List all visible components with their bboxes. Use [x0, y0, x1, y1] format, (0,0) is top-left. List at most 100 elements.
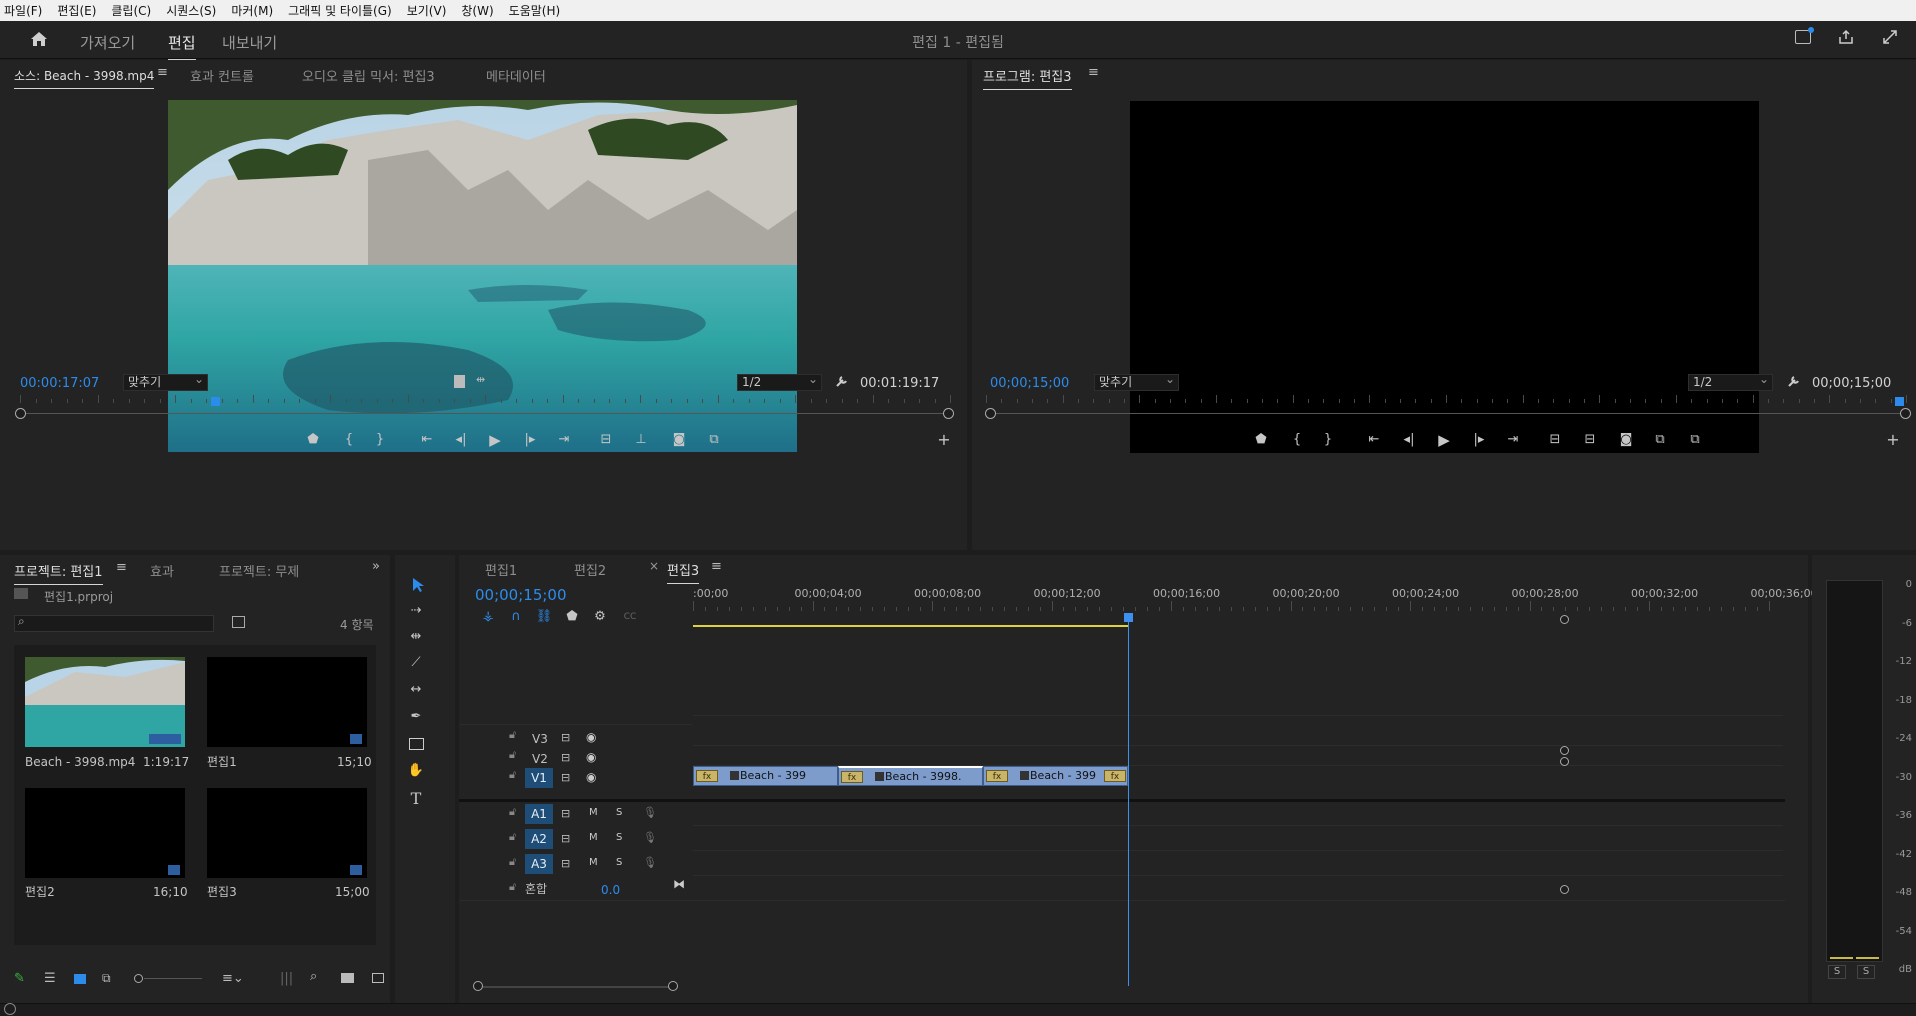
- play-icon[interactable]: ▶: [486, 432, 504, 448]
- meter-solo-left[interactable]: S: [1828, 965, 1846, 979]
- overwrite-icon[interactable]: ⊥: [632, 432, 650, 448]
- meter-solo-right[interactable]: S: [1857, 965, 1875, 979]
- program-resolution-dropdown[interactable]: 1/2: [1688, 372, 1773, 391]
- program-ruler[interactable]: [986, 395, 1907, 405]
- work-area-bar[interactable]: [693, 625, 1128, 627]
- mix-end-icon[interactable]: ⧓: [673, 877, 685, 891]
- sync-lock-icon[interactable]: ⊟: [561, 857, 570, 870]
- timeline-settings-icon[interactable]: ⚙: [591, 609, 609, 625]
- sort-icon[interactable]: ≡⌄: [222, 971, 244, 986]
- mark-out-icon[interactable]: }: [1319, 432, 1337, 448]
- menu-file[interactable]: 파일(F): [4, 2, 42, 19]
- pen-tool-icon[interactable]: ✒: [407, 709, 425, 725]
- button-editor-icon[interactable]: +: [935, 432, 953, 448]
- menu-marker[interactable]: 마커(M): [231, 2, 273, 19]
- h-scroll-bar[interactable]: [483, 986, 673, 988]
- lock-icon[interactable]: 🔓︎: [509, 748, 516, 762]
- new-bin-icon[interactable]: [341, 973, 354, 983]
- timeline-playhead[interactable]: [1124, 613, 1133, 622]
- panel-menu-icon[interactable]: ≡: [116, 560, 127, 575]
- lock-icon[interactable]: 🔓︎: [509, 728, 516, 742]
- mark-in-icon[interactable]: {: [340, 432, 358, 448]
- list-view-icon[interactable]: ☰: [44, 971, 56, 986]
- add-marker-icon[interactable]: ⬟: [563, 609, 581, 625]
- timeline-timecode[interactable]: 00;00;15;00: [475, 586, 567, 604]
- linked-selection-icon[interactable]: ⛓: [535, 609, 553, 625]
- mark-in-icon[interactable]: {: [1288, 432, 1306, 448]
- eye-icon[interactable]: ◉: [586, 750, 596, 764]
- find-icon[interactable]: ⌕: [310, 969, 317, 984]
- share-icon[interactable]: [1838, 29, 1854, 45]
- more-panels-icon[interactable]: »: [372, 559, 380, 574]
- source-fit-dropdown[interactable]: 맞추기: [123, 372, 208, 391]
- timeline-clip[interactable]: fx Beach - 399: [693, 766, 838, 786]
- timeline-clip[interactable]: fx Beach - 3998.: [838, 766, 983, 786]
- program-zoom-handle-left[interactable]: [985, 408, 996, 419]
- step-forward-icon[interactable]: |▸: [521, 432, 539, 448]
- new-search-bin-icon[interactable]: [232, 616, 245, 628]
- lock-icon[interactable]: 🔓︎: [509, 830, 516, 844]
- panel-menu-icon[interactable]: ≡: [711, 559, 722, 574]
- tab-effects[interactable]: 효과: [150, 561, 174, 580]
- tab-sequence-2[interactable]: 편집2: [574, 560, 606, 579]
- track-target-a1[interactable]: A1: [525, 804, 553, 824]
- tab-program[interactable]: 프로그램: 편집3: [983, 66, 1072, 90]
- track-target-v1[interactable]: V1: [525, 768, 553, 788]
- export-frame-icon[interactable]: ◙: [1617, 432, 1635, 448]
- program-zoom-handle-right[interactable]: [1900, 408, 1911, 419]
- settings-wrench-icon[interactable]: [1787, 374, 1801, 388]
- sync-lock-icon[interactable]: ⊟: [561, 807, 570, 820]
- tab-audio-clip-mixer[interactable]: 오디오 클립 믹서: 편집3: [302, 66, 435, 85]
- source-playhead[interactable]: [211, 397, 220, 406]
- razor-tool-icon[interactable]: ⟋: [407, 655, 425, 671]
- solo-toggle[interactable]: S: [616, 807, 622, 818]
- captions-icon[interactable]: CC: [621, 609, 639, 625]
- tab-sequence-3[interactable]: 편집3: [667, 560, 700, 584]
- hand-tool-icon[interactable]: ✋: [407, 763, 425, 779]
- mute-toggle[interactable]: M: [589, 832, 598, 843]
- compare-view-icon[interactable]: ⧉: [705, 432, 723, 448]
- close-tab-icon[interactable]: ×: [649, 559, 659, 573]
- source-zoom-handle-right[interactable]: [943, 408, 954, 419]
- lock-icon[interactable]: 🔓︎: [509, 805, 516, 819]
- lift-icon[interactable]: ⊟: [1546, 432, 1564, 448]
- menu-clip[interactable]: 클립(C): [111, 2, 151, 19]
- eye-icon[interactable]: ◉: [586, 770, 596, 784]
- rectangle-tool-icon[interactable]: [409, 738, 424, 750]
- sync-lock-icon[interactable]: ⊟: [561, 751, 570, 764]
- tab-source[interactable]: 소스: Beach - 3998.mp4: [14, 67, 155, 89]
- pencil-icon[interactable]: ✎: [14, 971, 25, 986]
- mark-out-icon[interactable]: }: [371, 432, 389, 448]
- tab-effect-controls[interactable]: 효과 컨트롤: [190, 66, 254, 85]
- sync-lock-icon[interactable]: ⊟: [561, 731, 570, 744]
- track-select-tool-icon[interactable]: ⇢: [407, 603, 425, 619]
- source-zoom-bar[interactable]: [26, 413, 946, 414]
- program-fit-dropdown[interactable]: 맞추기: [1094, 372, 1179, 391]
- program-zoom-bar[interactable]: [992, 413, 1902, 414]
- slip-tool-icon[interactable]: ↔: [407, 682, 425, 698]
- solo-toggle[interactable]: S: [616, 832, 622, 843]
- program-playhead[interactable]: [1895, 397, 1904, 406]
- automate-icon[interactable]: |||: [280, 971, 293, 986]
- go-to-in-icon[interactable]: ⇤: [418, 432, 436, 448]
- menu-view[interactable]: 보기(V): [407, 2, 447, 19]
- go-to-out-icon[interactable]: ⇥: [1504, 432, 1522, 448]
- go-to-out-icon[interactable]: ⇥: [555, 432, 573, 448]
- sync-lock-icon[interactable]: ⊟: [561, 771, 570, 784]
- lock-icon[interactable]: 🔓︎: [509, 880, 516, 894]
- drag-audio-icon[interactable]: ⇹: [476, 373, 485, 386]
- play-icon[interactable]: ▶: [1435, 432, 1453, 448]
- add-marker-icon[interactable]: ⬟: [1252, 432, 1270, 448]
- menu-sequence[interactable]: 시퀀스(S): [166, 2, 216, 19]
- panel-menu-icon[interactable]: ≡: [1088, 65, 1099, 80]
- step-forward-icon[interactable]: |▸: [1470, 432, 1488, 448]
- zoom-slider[interactable]: [144, 978, 202, 979]
- timeline-clip[interactable]: fx Beach - 399 fx: [983, 766, 1128, 786]
- mute-toggle[interactable]: M: [589, 807, 598, 818]
- lock-icon[interactable]: 🔓︎: [509, 768, 516, 782]
- go-to-in-icon[interactable]: ⇤: [1365, 432, 1383, 448]
- lock-icon[interactable]: 🔓︎: [509, 855, 516, 869]
- insert-icon[interactable]: ⊟: [597, 432, 615, 448]
- project-item-thumb[interactable]: [25, 788, 185, 878]
- new-item-icon[interactable]: [372, 973, 384, 983]
